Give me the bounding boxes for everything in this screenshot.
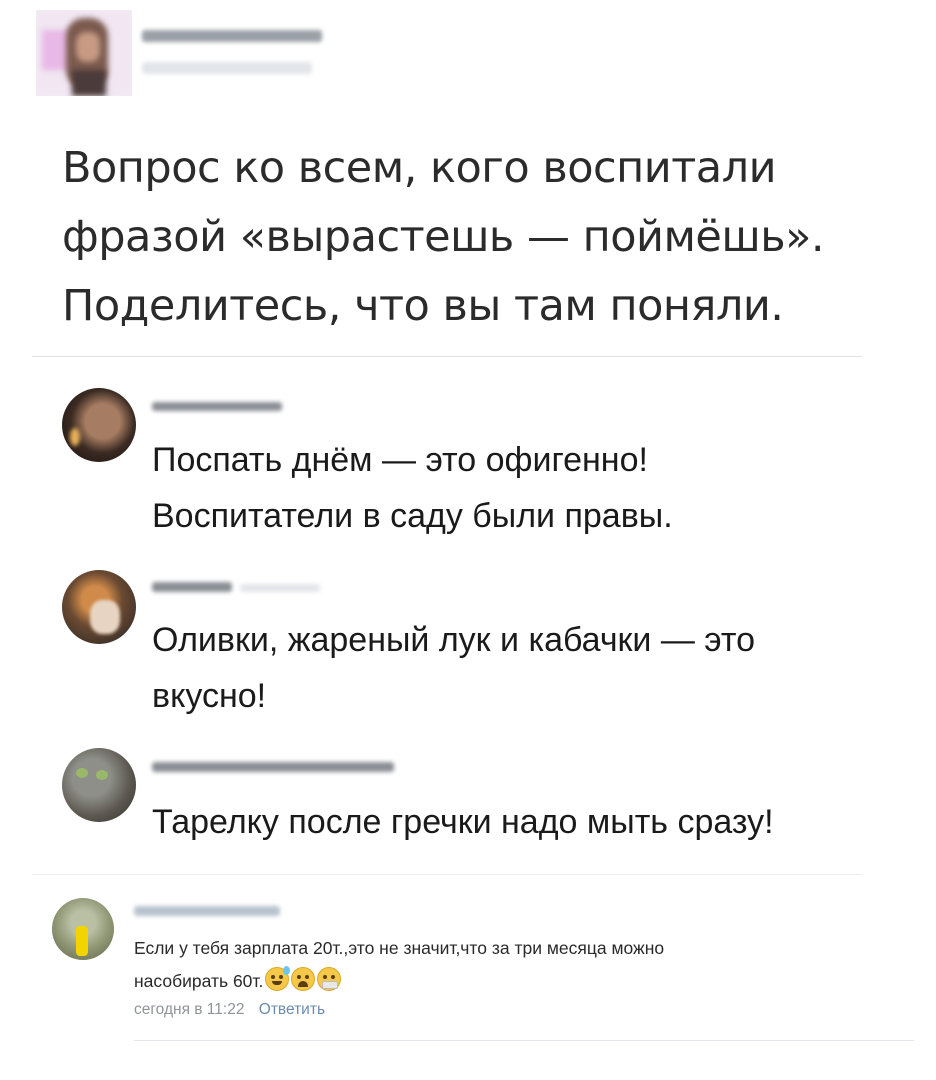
post-divider [32,356,862,357]
vk-comment-author-name[interactable] [134,906,280,916]
comment-author-name[interactable] [152,402,282,411]
vk-comment-text-line-2: насобирать 60т. [134,971,264,991]
post-text-line: фразой «вырастешь — поймёшь». [62,212,825,262]
post-text-line: Поделитесь, что вы там поняли. [62,281,784,331]
vk-comment-avatar[interactable] [52,898,114,960]
post-text-line: Вопрос ко всем, кого воспитали [62,143,777,193]
comment-author-name-extra [240,584,320,592]
post-author-name[interactable] [142,30,322,42]
comments-divider [32,874,862,875]
sick-face-icon [317,967,342,991]
comment-text: Оливки, жареный лук и кабачки — это вкус… [152,612,755,724]
comment-text-line: Оливки, жареный лук и кабачки — это [152,621,756,659]
comment-text: Тарелку после гречки надо мыть сразу! [152,794,774,850]
reply-link[interactable]: Ответить [259,1001,325,1018]
comment-text-line: вкусно! [152,677,267,715]
comment-author-name[interactable] [152,762,394,772]
vk-comment-text-line: насобирать 60т. [134,965,894,998]
comment-text-line: Тарелку после гречки надо мыть сразу! [152,803,774,841]
sweat-smile-icon [265,966,291,991]
post-text: Вопрос ко всем, кого воспитали фразой «в… [62,134,922,341]
comment-text-line: Воспитатели в саду были правы. [152,497,673,535]
comment-avatar[interactable] [62,570,136,644]
vk-comment-meta: сегодня в 11:22 Ответить [134,1001,325,1019]
post-author-avatar[interactable] [36,10,132,96]
vk-comment-text: Если у тебя зарплата 20т.,это не значит,… [134,932,894,998]
comment-author-name[interactable] [152,582,232,592]
bottom-divider [134,1040,914,1041]
vk-comment-text-line: Если у тебя зарплата 20т.,это не значит,… [134,938,665,958]
vk-comment-time: сегодня в 11:22 [134,1001,245,1018]
comment-text: Поспать днём — это офигенно! Воспитатели… [152,432,673,544]
comment-avatar[interactable] [62,388,136,462]
comment-avatar[interactable] [62,748,136,822]
weary-face-icon [291,967,316,991]
comment-text-line: Поспать днём — это офигенно! [152,441,648,479]
post-date [142,62,312,74]
